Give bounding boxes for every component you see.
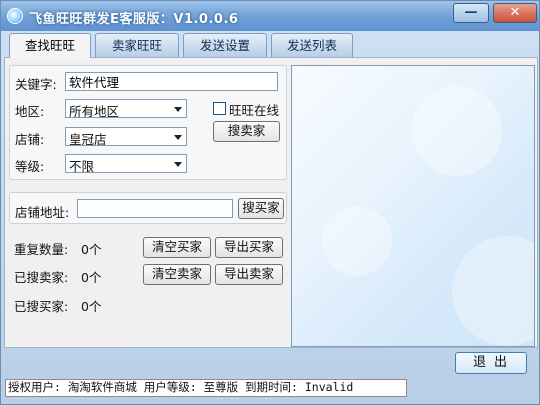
duplicate-count-label: 重复数量: bbox=[14, 242, 69, 257]
bokeh-decoration bbox=[452, 236, 534, 346]
tab-seller-wangwang[interactable]: 卖家旺旺 bbox=[95, 33, 179, 57]
searched-buyers-label: 已搜买家: bbox=[14, 299, 69, 314]
tab-bar: 查找旺旺 卖家旺旺 发送设置 发送列表 bbox=[9, 33, 533, 58]
online-checkbox[interactable] bbox=[213, 102, 226, 115]
tab-send-settings[interactable]: 发送设置 bbox=[183, 33, 267, 57]
online-checkbox-label: 旺旺在线 bbox=[229, 103, 280, 118]
search-sellers-button[interactable]: 搜卖家 bbox=[213, 121, 280, 142]
level-select[interactable]: 不限 bbox=[65, 154, 187, 174]
search-groupbox: 关键字: 地区: 所有地区 旺旺在线 店铺: 皇冠店 搜卖家 等级: 不限 bbox=[9, 65, 287, 180]
app-window: 飞鱼旺旺群发E客服版：V1.0.0.6 — ✕ 查找旺旺 卖家旺旺 发送设置 发… bbox=[0, 0, 540, 405]
status-bar: 授权用户: 淘淘软件商城 用户等级: 至尊版 到期时间: Invalid bbox=[5, 379, 407, 397]
store-address-label: 店铺地址: bbox=[15, 205, 70, 220]
shop-select[interactable]: 皇冠店 bbox=[65, 127, 187, 147]
bokeh-decoration bbox=[322, 206, 392, 276]
tab-find-wangwang[interactable]: 查找旺旺 bbox=[9, 33, 91, 58]
export-buyers-button[interactable]: 导出买家 bbox=[215, 237, 283, 258]
shop-label: 店铺: bbox=[15, 132, 45, 147]
region-select[interactable]: 所有地区 bbox=[65, 99, 187, 119]
searched-sellers-label: 已搜卖家: bbox=[14, 270, 69, 285]
exit-button[interactable]: 退出 bbox=[455, 352, 527, 374]
searched-sellers-value: 0个 bbox=[81, 270, 102, 285]
keyword-label: 关键字: bbox=[15, 77, 57, 92]
chevron-down-icon bbox=[174, 162, 182, 167]
duplicate-count-value: 0个 bbox=[81, 242, 102, 257]
clear-sellers-button[interactable]: 清空卖家 bbox=[143, 264, 211, 285]
clear-buyers-button[interactable]: 清空买家 bbox=[143, 237, 211, 258]
searched-buyers-value: 0个 bbox=[81, 299, 102, 314]
chevron-down-icon bbox=[174, 135, 182, 140]
keyword-input[interactable] bbox=[65, 72, 278, 91]
search-buyers-button[interactable]: 搜买家 bbox=[238, 198, 284, 219]
level-label: 等级: bbox=[15, 159, 45, 174]
title-bar[interactable]: 飞鱼旺旺群发E客服版：V1.0.0.6 — ✕ bbox=[1, 1, 539, 31]
region-label: 地区: bbox=[15, 104, 45, 119]
region-select-value: 所有地区 bbox=[69, 104, 120, 119]
find-tab-panel: 关键字: 地区: 所有地区 旺旺在线 店铺: 皇冠店 搜卖家 等级: 不限 bbox=[4, 57, 538, 348]
results-panel[interactable] bbox=[291, 65, 535, 347]
shop-select-value: 皇冠店 bbox=[69, 132, 107, 147]
close-button[interactable]: ✕ bbox=[493, 3, 537, 23]
app-logo-icon bbox=[7, 8, 23, 24]
bokeh-decoration bbox=[412, 86, 502, 176]
level-select-value: 不限 bbox=[69, 159, 95, 174]
minimize-button[interactable]: — bbox=[453, 3, 489, 23]
store-address-groupbox: 店铺地址: 搜买家 bbox=[9, 192, 287, 224]
export-sellers-button[interactable]: 导出卖家 bbox=[215, 264, 283, 285]
chevron-down-icon bbox=[174, 107, 182, 112]
tab-send-list[interactable]: 发送列表 bbox=[271, 33, 353, 57]
window-title: 飞鱼旺旺群发E客服版：V1.0.0.6 bbox=[29, 12, 239, 27]
store-address-input[interactable] bbox=[77, 199, 233, 218]
